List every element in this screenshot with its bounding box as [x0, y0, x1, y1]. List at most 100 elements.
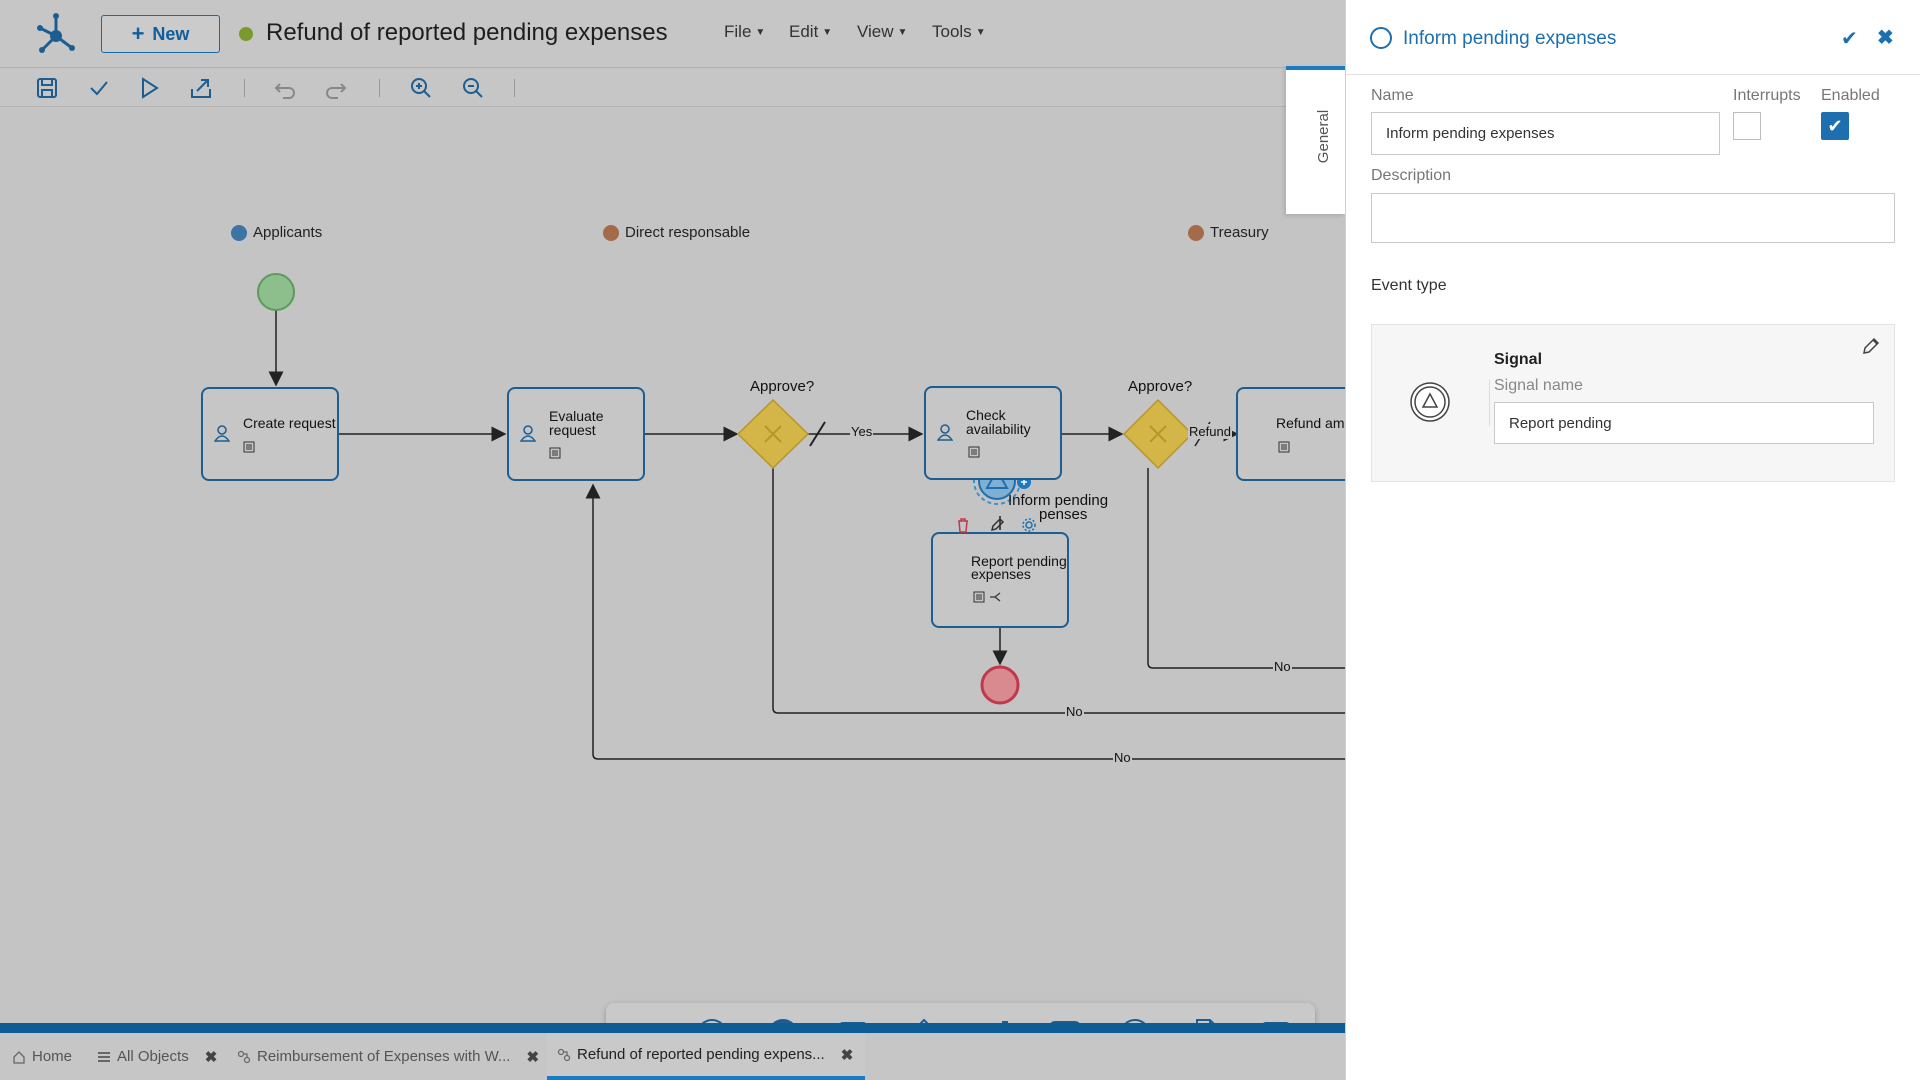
signal-name-label: Signal name [1494, 377, 1583, 394]
group-avatar [231, 224, 247, 241]
confirm-icon[interactable]: ✔ [1841, 26, 1858, 51]
save-icon[interactable] [34, 75, 60, 101]
signal-title: Signal [1494, 351, 1543, 368]
description-label: Description [1371, 167, 1452, 184]
menu-edit[interactable]: Edit ▼ [789, 22, 832, 42]
new-button-label: New [152, 23, 190, 44]
panel-title: Inform pending expenses [1403, 28, 1617, 49]
form-icon [1278, 441, 1290, 453]
user-avatar [1188, 224, 1204, 241]
signal-event-icon [1410, 382, 1450, 422]
list-icon [98, 1051, 110, 1062]
progress-bar [0, 1023, 1345, 1033]
sequence-flow[interactable] [1147, 468, 1345, 669]
close-tab-icon[interactable]: ✖ [205, 1048, 218, 1066]
toolbar [0, 69, 1345, 107]
redo-icon[interactable] [323, 75, 349, 101]
chevron-down-icon: ▼ [822, 27, 833, 39]
task-create-request[interactable]: Create request [201, 387, 339, 481]
close-tab-icon[interactable]: ✖ [526, 1048, 539, 1066]
zoom-out-icon[interactable] [460, 75, 486, 101]
lane-direct-responsable[interactable]: Direct responsable [603, 224, 750, 241]
flow-label-no: No [1113, 750, 1132, 765]
status-indicator [239, 27, 253, 41]
shape-palette [606, 1003, 1315, 1023]
check-icon: ✔ [1827, 115, 1843, 136]
enabled-label: Enabled [1821, 87, 1880, 104]
tab-all-objects[interactable]: All Objects ✖ [97, 1033, 217, 1080]
interrupts-label: Interrupts [1733, 87, 1801, 104]
run-icon[interactable] [136, 75, 162, 101]
menu-tools[interactable]: Tools ▼ [932, 22, 986, 42]
edit-icon[interactable] [989, 517, 1005, 533]
panel-header: Inform pending expenses ✔ ✖ [1346, 0, 1920, 75]
event-type-label: Event type [1371, 277, 1447, 294]
signal-name-field[interactable]: Report pending [1494, 402, 1874, 444]
enabled-checkbox[interactable]: ✔ [1821, 112, 1849, 140]
flow-label-refund: Refund [1188, 424, 1232, 439]
home-icon [13, 1050, 25, 1064]
end-event[interactable] [980, 665, 1020, 705]
user-task-icon [214, 425, 230, 442]
task-evaluate-request[interactable]: Evaluate request [507, 387, 645, 481]
diagram-canvas[interactable]: Applicants Direct responsable Treasury C… [0, 108, 1345, 1023]
close-icon[interactable]: ✖ [1877, 25, 1894, 50]
gateway-label: Approve? [750, 378, 815, 395]
form-icon [973, 591, 985, 603]
bottom-tab-bar: Home All Objects ✖ Reimbursement of Expe… [0, 1033, 1345, 1080]
interrupts-checkbox[interactable] [1733, 112, 1761, 140]
description-textarea[interactable] [1371, 193, 1895, 243]
user-avatar [603, 224, 619, 241]
publish-icon[interactable] [188, 75, 214, 101]
lane-applicants[interactable]: Applicants [231, 224, 322, 241]
flow-label-no: No [1273, 659, 1292, 674]
toolbar-divider [379, 79, 380, 97]
chevron-down-icon: ▼ [975, 27, 986, 39]
process-icon [237, 1050, 251, 1063]
flow-label-yes: Yes [850, 424, 874, 439]
undo-icon[interactable] [272, 75, 298, 101]
form-icon [243, 441, 255, 453]
close-tab-icon[interactable]: ✖ [841, 1046, 854, 1064]
app-logo-icon[interactable] [34, 12, 78, 56]
user-task-icon [520, 425, 536, 442]
flow-label-no: No [1065, 704, 1084, 719]
task-refund-amount[interactable]: Refund amo [1236, 387, 1345, 481]
start-event[interactable] [257, 273, 295, 311]
properties-panel: Inform pending expenses ✔ ✖ Name Inform … [1345, 0, 1920, 1080]
new-button[interactable]: + New [101, 15, 220, 53]
tab-general[interactable]: General [1286, 66, 1345, 214]
divider [1489, 380, 1490, 426]
form-icon [968, 446, 980, 458]
menu-view[interactable]: View ▼ [857, 22, 907, 42]
chevron-down-icon: ▼ [755, 27, 766, 39]
process-icon [557, 1048, 571, 1061]
delete-icon[interactable] [955, 516, 971, 534]
chevron-down-icon: ▼ [897, 27, 908, 39]
tab-refund-active[interactable]: Refund of reported pending expens... ✖ [547, 1033, 866, 1080]
user-task-icon [937, 424, 953, 441]
subprocess-icon [990, 592, 1001, 602]
plus-icon: + [131, 21, 145, 46]
document-title: Refund of reported pending expenses [266, 19, 668, 46]
zoom-in-icon[interactable] [408, 75, 434, 101]
tab-reimbursement[interactable]: Reimbursement of Expenses with W... ✖ [237, 1033, 539, 1080]
process-diagram [257, 273, 1345, 760]
name-label: Name [1371, 87, 1414, 104]
boundary-event-label: penses [1039, 506, 1088, 523]
exclusive-gateway[interactable] [1122, 398, 1194, 470]
menu-file[interactable]: File ▼ [724, 22, 765, 42]
settings-icon[interactable] [1021, 517, 1037, 533]
edit-icon[interactable] [1862, 337, 1880, 355]
tab-home[interactable]: Home [12, 1033, 72, 1080]
lane-treasury[interactable]: Treasury [1188, 224, 1269, 241]
task-report-pending-expenses[interactable]: Report pending expenses [931, 532, 1069, 628]
exclusive-gateway[interactable] [736, 398, 810, 470]
toolbar-divider [514, 79, 515, 97]
task-check-availability[interactable]: Check availability [924, 386, 1062, 480]
event-icon [1370, 27, 1392, 49]
gateway-label: Approve? [1128, 378, 1193, 395]
name-field[interactable]: Inform pending expenses [1371, 112, 1720, 155]
check-icon[interactable] [86, 75, 112, 101]
toolbar-divider [244, 79, 245, 97]
